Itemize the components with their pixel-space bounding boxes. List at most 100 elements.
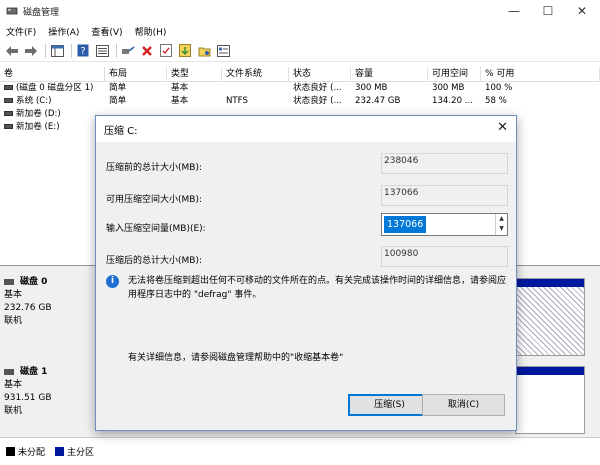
column-header-filesystem[interactable]: 文件系统 xyxy=(222,67,289,81)
shrink-amount-label: 输入压缩空间量(MB)(E): xyxy=(106,224,206,234)
cell-volume: 系统 (C:) xyxy=(0,95,105,108)
column-header-volume[interactable]: 卷 xyxy=(0,67,105,81)
cell-type: 基本 xyxy=(171,96,189,106)
maximize-button[interactable]: ☐ xyxy=(531,0,565,22)
cell-free-space: 134.20 ... xyxy=(432,96,473,106)
forward-icon[interactable] xyxy=(23,43,39,59)
cell-status: 状态良好 (... xyxy=(293,83,342,93)
cell-capacity: 300 MB xyxy=(355,83,388,93)
disk-size: 232.76 GB xyxy=(4,303,52,313)
connect-icon[interactable] xyxy=(120,43,136,59)
cell-volume: 新加卷 (D:) xyxy=(0,108,105,121)
details-icon[interactable] xyxy=(215,43,231,59)
properties-icon[interactable] xyxy=(177,43,193,59)
column-header-type[interactable]: 类型 xyxy=(167,67,222,81)
column-header-status[interactable]: 状态 xyxy=(289,67,351,81)
volume-icon xyxy=(4,124,13,129)
column-header-capacity[interactable]: 容量 xyxy=(351,67,428,81)
disk-icon xyxy=(4,368,14,375)
disk-icon xyxy=(4,278,14,285)
disk-1-info[interactable]: 磁盘 1 基本 931.51 GB 联机 xyxy=(4,366,94,418)
legend-label-primary: 主分区 xyxy=(67,448,95,458)
total-after-value: 100980 xyxy=(381,246,508,267)
open-icon[interactable] xyxy=(196,43,212,59)
disk-management-icon xyxy=(6,7,18,15)
partition-disk0[interactable] xyxy=(515,278,585,356)
cell-type: 基本 xyxy=(171,83,189,93)
table-row[interactable]: 系统 (C:) 简单 基本 NTFS 状态良好 (... 232.47 GB 1… xyxy=(0,95,600,108)
disk-type: 基本 xyxy=(4,380,23,390)
stepper-down-icon[interactable]: ▼ xyxy=(496,224,507,234)
stepper-up-icon[interactable]: ▲ xyxy=(496,214,507,224)
svg-text:?: ? xyxy=(80,46,85,57)
cell-percent-free: 58 % xyxy=(485,96,507,106)
menu-help[interactable]: 帮助(H) xyxy=(129,25,173,38)
cell-status: 状态良好 (... xyxy=(293,96,342,106)
list-view-icon[interactable] xyxy=(94,43,110,59)
disk-type: 基本 xyxy=(4,290,23,300)
shrink-dialog: 压缩 C: ✕ 压缩前的总计大小(MB): 238046 可用压缩空间大小(MB… xyxy=(95,115,517,431)
shrink-amount-stepper[interactable]: 137066 ▲ ▼ xyxy=(381,213,508,236)
back-icon[interactable] xyxy=(4,43,20,59)
cell-volume: (磁盘 0 磁盘分区 1) xyxy=(0,82,105,95)
volume-name: (磁盘 0 磁盘分区 1) xyxy=(16,83,94,93)
volume-table-header: 卷 布局 类型 文件系统 状态 容量 可用空间 % 可用 xyxy=(0,67,600,82)
info-icon: i xyxy=(106,275,119,288)
cell-free-space: 300 MB xyxy=(432,83,465,93)
info-text: 无法将卷压缩到超出任何不可移动的文件所在的点。有关完成该操作时间的详细信息，请参… xyxy=(128,276,507,300)
volume-name: 新加卷 (D:) xyxy=(16,109,61,119)
disk-name: 磁盘 1 xyxy=(20,367,48,377)
shrink-amount-input[interactable]: 137066 xyxy=(384,216,427,233)
cell-capacity: 232.47 GB xyxy=(355,96,401,106)
volume-name: 系统 (C:) xyxy=(16,96,52,106)
dialog-close-icon[interactable]: ✕ xyxy=(497,120,508,135)
partition-disk1[interactable] xyxy=(515,366,585,434)
cell-layout: 简单 xyxy=(109,96,127,106)
cancel-button[interactable]: 取消(C) xyxy=(422,394,505,416)
delete-icon[interactable] xyxy=(139,43,155,59)
volume-name: 新加卷 (E:) xyxy=(16,122,60,132)
shrink-button[interactable]: 压缩(S) xyxy=(348,394,431,416)
disk-status: 联机 xyxy=(4,406,23,416)
volume-icon xyxy=(4,98,13,103)
minimize-button[interactable]: — xyxy=(497,0,531,22)
menu-view[interactable]: 查看(V) xyxy=(85,25,128,38)
legend: 未分配 主分区 xyxy=(0,437,600,465)
column-header-layout[interactable]: 布局 xyxy=(105,67,167,81)
disk-name: 磁盘 0 xyxy=(20,277,48,287)
window-title: 磁盘管理 xyxy=(23,7,60,18)
disk-0-info[interactable]: 磁盘 0 基本 232.76 GB 联机 xyxy=(4,276,94,328)
check-icon[interactable] xyxy=(158,43,174,59)
cell-filesystem xyxy=(222,82,289,95)
total-after-label: 压缩后的总计大小(MB): xyxy=(106,256,202,266)
partition-bar xyxy=(516,367,584,375)
disk-size: 931.51 GB xyxy=(4,393,52,403)
menu-file[interactable]: 文件(F) xyxy=(0,25,42,38)
partition-fill xyxy=(516,287,584,355)
cell-filesystem: NTFS xyxy=(226,96,248,106)
stepper-arrows: ▲ ▼ xyxy=(495,214,507,235)
column-header-percent-free[interactable]: % 可用 xyxy=(481,67,600,81)
menu-bar: 文件(F) 操作(A) 查看(V) 帮助(H) xyxy=(0,22,600,40)
disk-status: 联机 xyxy=(4,316,23,326)
volume-icon xyxy=(4,111,13,116)
close-button[interactable]: ✕ xyxy=(565,0,599,22)
toolbar-separator xyxy=(116,43,117,58)
console-tree-icon[interactable] xyxy=(49,43,65,59)
toolbar: ? xyxy=(0,40,600,62)
column-header-free-space[interactable]: 可用空间 xyxy=(428,67,481,81)
toolbar-separator xyxy=(45,43,46,58)
table-row[interactable]: (磁盘 0 磁盘分区 1) 简单 基本 状态良好 (... 300 MB 300… xyxy=(0,82,600,95)
dialog-title-bar: 压缩 C: xyxy=(96,116,516,142)
info-message: i 无法将卷压缩到超出任何不可移动的文件所在的点。有关完成该操作时间的详细信息，… xyxy=(106,274,506,302)
legend-swatch-unallocated xyxy=(6,447,15,456)
menu-action[interactable]: 操作(A) xyxy=(42,25,85,38)
dialog-title: 压缩 C: xyxy=(104,125,138,137)
help-icon[interactable]: ? xyxy=(75,43,91,59)
available-space-label: 可用压缩空间大小(MB): xyxy=(106,195,202,205)
legend-swatch-primary xyxy=(55,447,65,456)
help-text: 有关详细信息，请参阅磁盘管理帮助中的"收缩基本卷" xyxy=(128,353,344,363)
cell-percent-free: 100 % xyxy=(485,83,513,93)
volume-icon xyxy=(4,85,13,90)
total-before-value: 238046 xyxy=(381,153,508,174)
